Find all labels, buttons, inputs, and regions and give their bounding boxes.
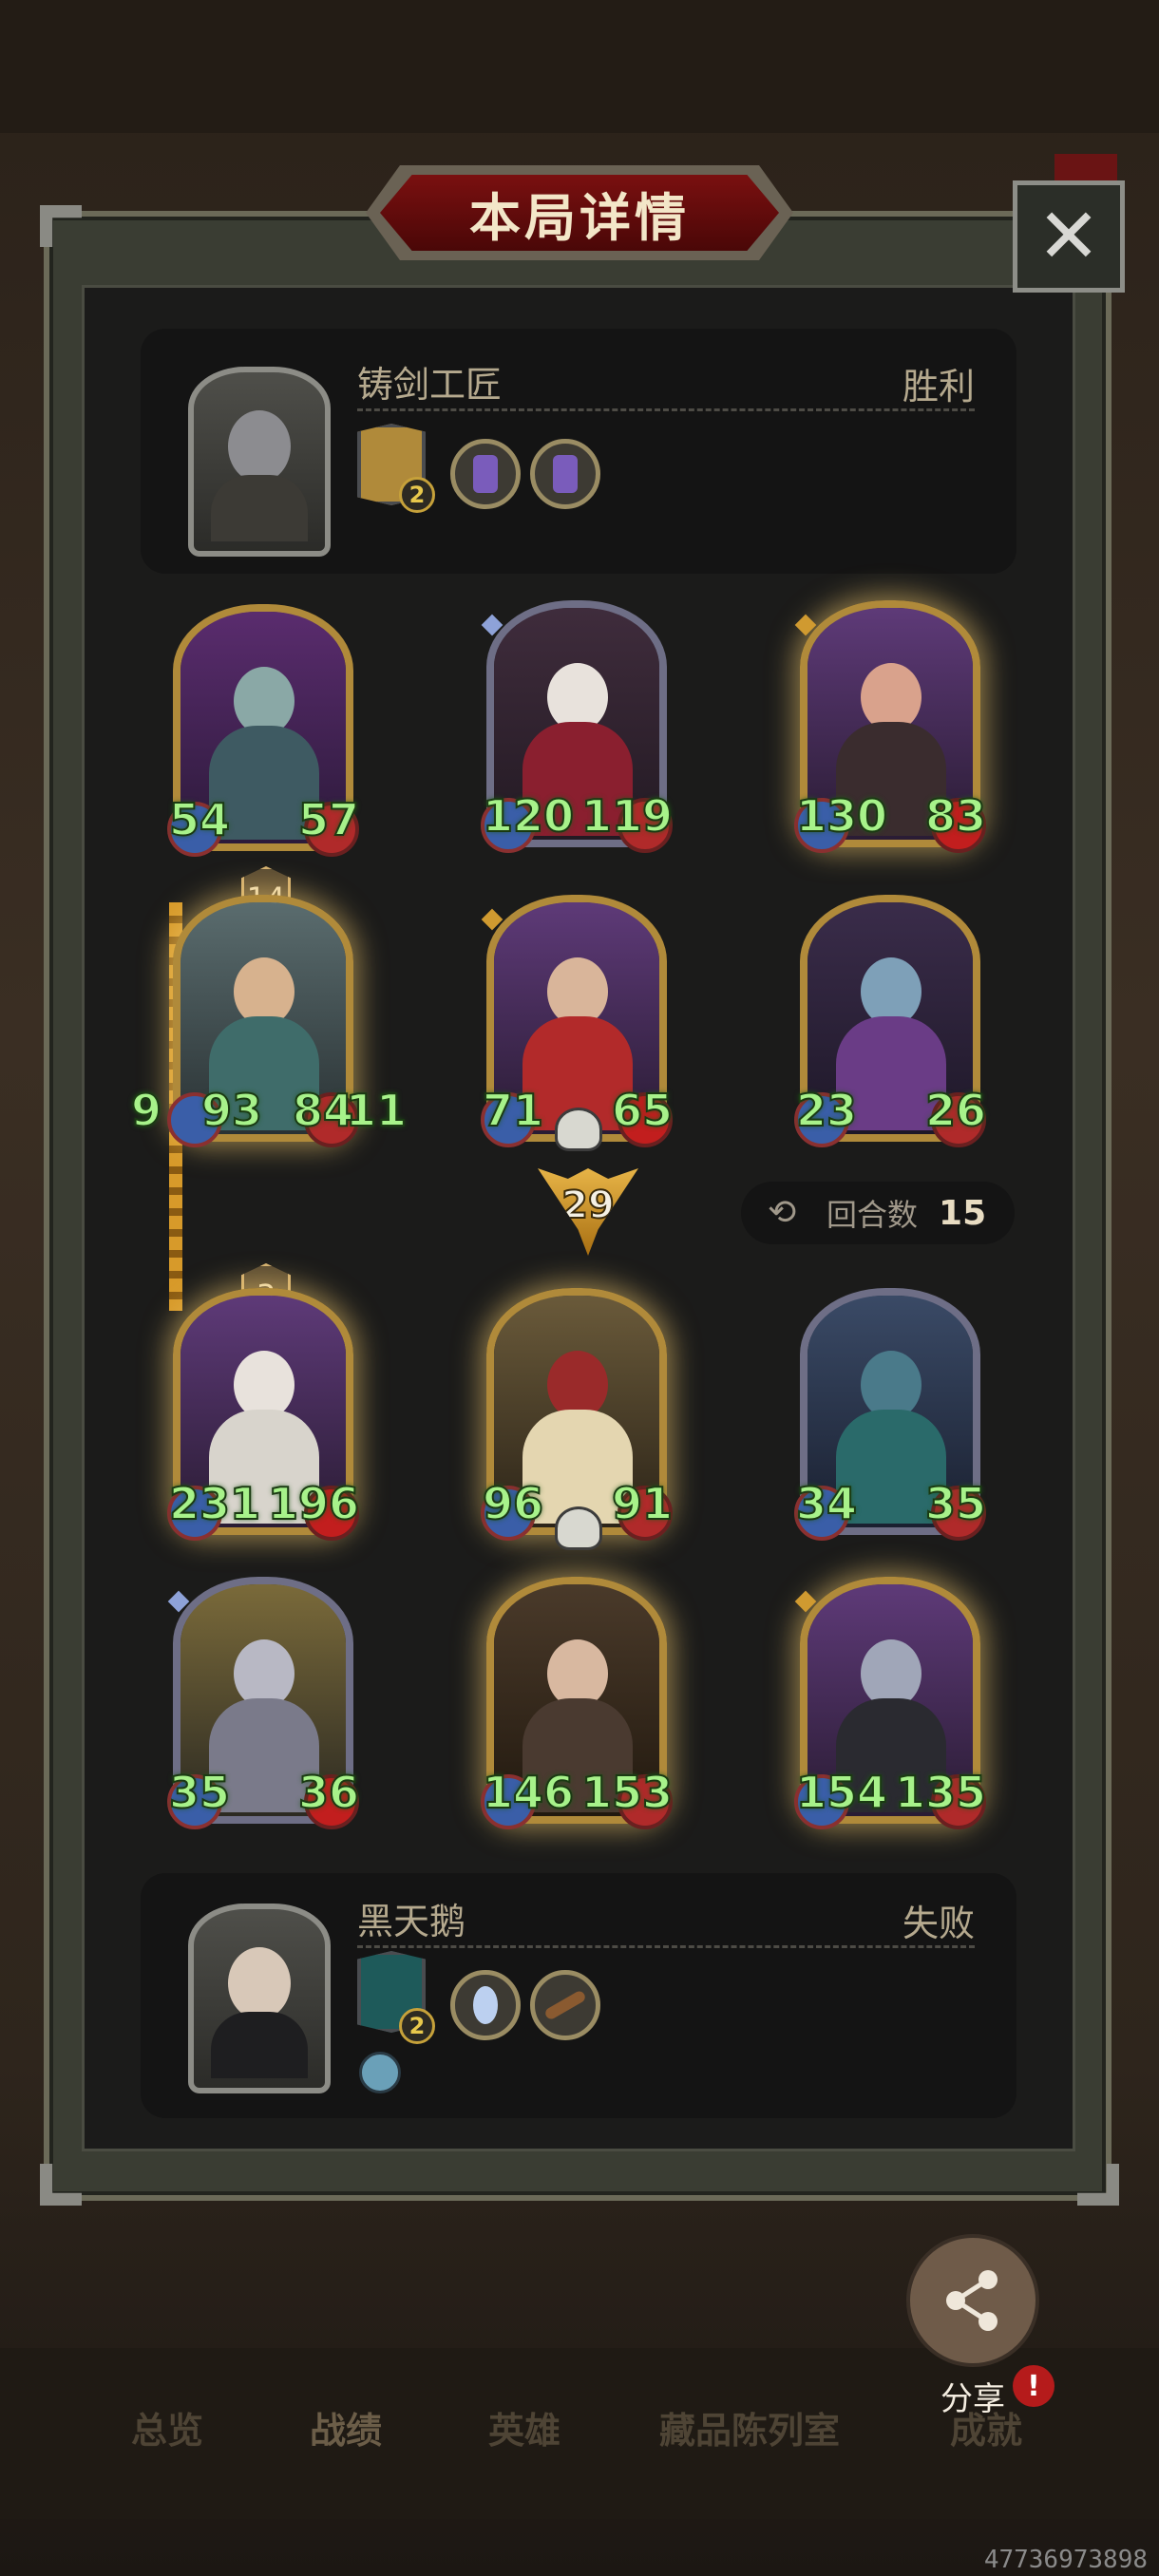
tab-record[interactable]: 战绩 [310,2401,382,2453]
round-value: 15 [939,1193,987,1233]
player-card-hunter[interactable]: 154 135 [794,1577,987,1829]
opponent-result: 胜利 [902,366,975,407]
card-attack-bonus: 9 [130,1084,162,1137]
card-health: 84 [292,1084,354,1137]
tab-heroes[interactable]: 英雄 [488,2401,560,2453]
card-health: 26 [924,1084,987,1137]
alert-badge: ! [1013,2365,1054,2407]
card-health: 135 [894,1766,987,1819]
player-avatar[interactable] [188,1904,331,2093]
card-attack: 96 [482,1477,544,1530]
card-attack: 35 [168,1766,231,1819]
player-card-wraith[interactable]: 34 35 [794,1288,987,1541]
card-health: 57 [297,793,360,846]
card-health: 36 [297,1766,360,1819]
opponent-card-pirate[interactable]: 130 83 [794,600,987,853]
dialog-title: 本局详情 [380,175,779,251]
share-button[interactable] [906,2234,1039,2367]
player-card-armored-knight[interactable]: 35 36 [167,1577,360,1829]
card-attack: 54 [168,793,231,846]
skull-icon [555,1108,602,1151]
card-attack: 23 [795,1084,858,1137]
tab-overview[interactable]: 总览 [131,2401,203,2453]
opponent-card-knight[interactable]: 9 93 84 11 [130,895,408,1147]
player-card-paladin[interactable]: 96 91 [481,1288,674,1541]
relic-level-badge: 2 [399,477,435,513]
player-name: 黑天鹅 [357,1901,466,1942]
refresh-icon: ⟲ [768,1193,797,1232]
card-health-bonus: 11 [345,1084,408,1137]
opponent-card-demon[interactable]: 54 57 [167,604,360,857]
swords-icon[interactable] [359,2052,401,2093]
close-button[interactable]: ✕ [1013,180,1125,293]
card-attack: 34 [795,1477,858,1530]
share-label: 分享 [940,2380,1005,2418]
card-health: 35 [924,1477,987,1530]
close-icon: ✕ [1036,192,1101,280]
player-card-smith[interactable]: 146 153 [481,1577,674,1829]
share-icon [946,2270,998,2331]
card-health: 83 [924,789,987,843]
purple-relic-icon[interactable] [450,439,521,509]
card-attack: 231 [168,1477,261,1530]
crystal-rose-relic-icon[interactable] [450,1970,521,2040]
player-result: 失败 [902,1903,975,1944]
relic-level-badge: 2 [399,2008,435,2044]
tab-collection[interactable]: 藏品陈列室 [659,2401,840,2453]
purple-relic-icon[interactable] [530,439,600,509]
card-attack: 130 [795,789,888,843]
divider [357,408,975,411]
card-health: 119 [580,789,674,843]
card-health: 153 [580,1766,674,1819]
card-attack: 93 [200,1084,263,1137]
player-card-monk[interactable]: 231 196 [167,1288,360,1541]
opponent-card-elf[interactable]: 23 26 [794,895,987,1147]
top-backdrop [0,0,1159,133]
musket-relic-icon[interactable] [530,1970,600,2040]
round-label: 回合数 [826,1197,919,1233]
opponent-avatar[interactable] [188,367,331,557]
round-counter: ⟲ 回合数 15 [741,1182,1015,1244]
watermark: 47736973898 [983,2546,1148,2574]
opponent-name: 铸剑工匠 [357,364,503,406]
opponent-card-clown[interactable]: 120 119 [481,600,674,853]
card-attack: 71 [482,1084,544,1137]
opponent-card-soldier[interactable]: 71 65 [481,895,674,1147]
card-health: 196 [267,1477,360,1530]
skull-icon [555,1506,602,1550]
card-health: 91 [611,1477,674,1530]
card-attack: 120 [482,789,575,843]
card-attack: 146 [482,1766,575,1819]
card-health: 65 [611,1084,674,1137]
divider [357,1945,975,1948]
card-attack: 154 [795,1766,888,1819]
